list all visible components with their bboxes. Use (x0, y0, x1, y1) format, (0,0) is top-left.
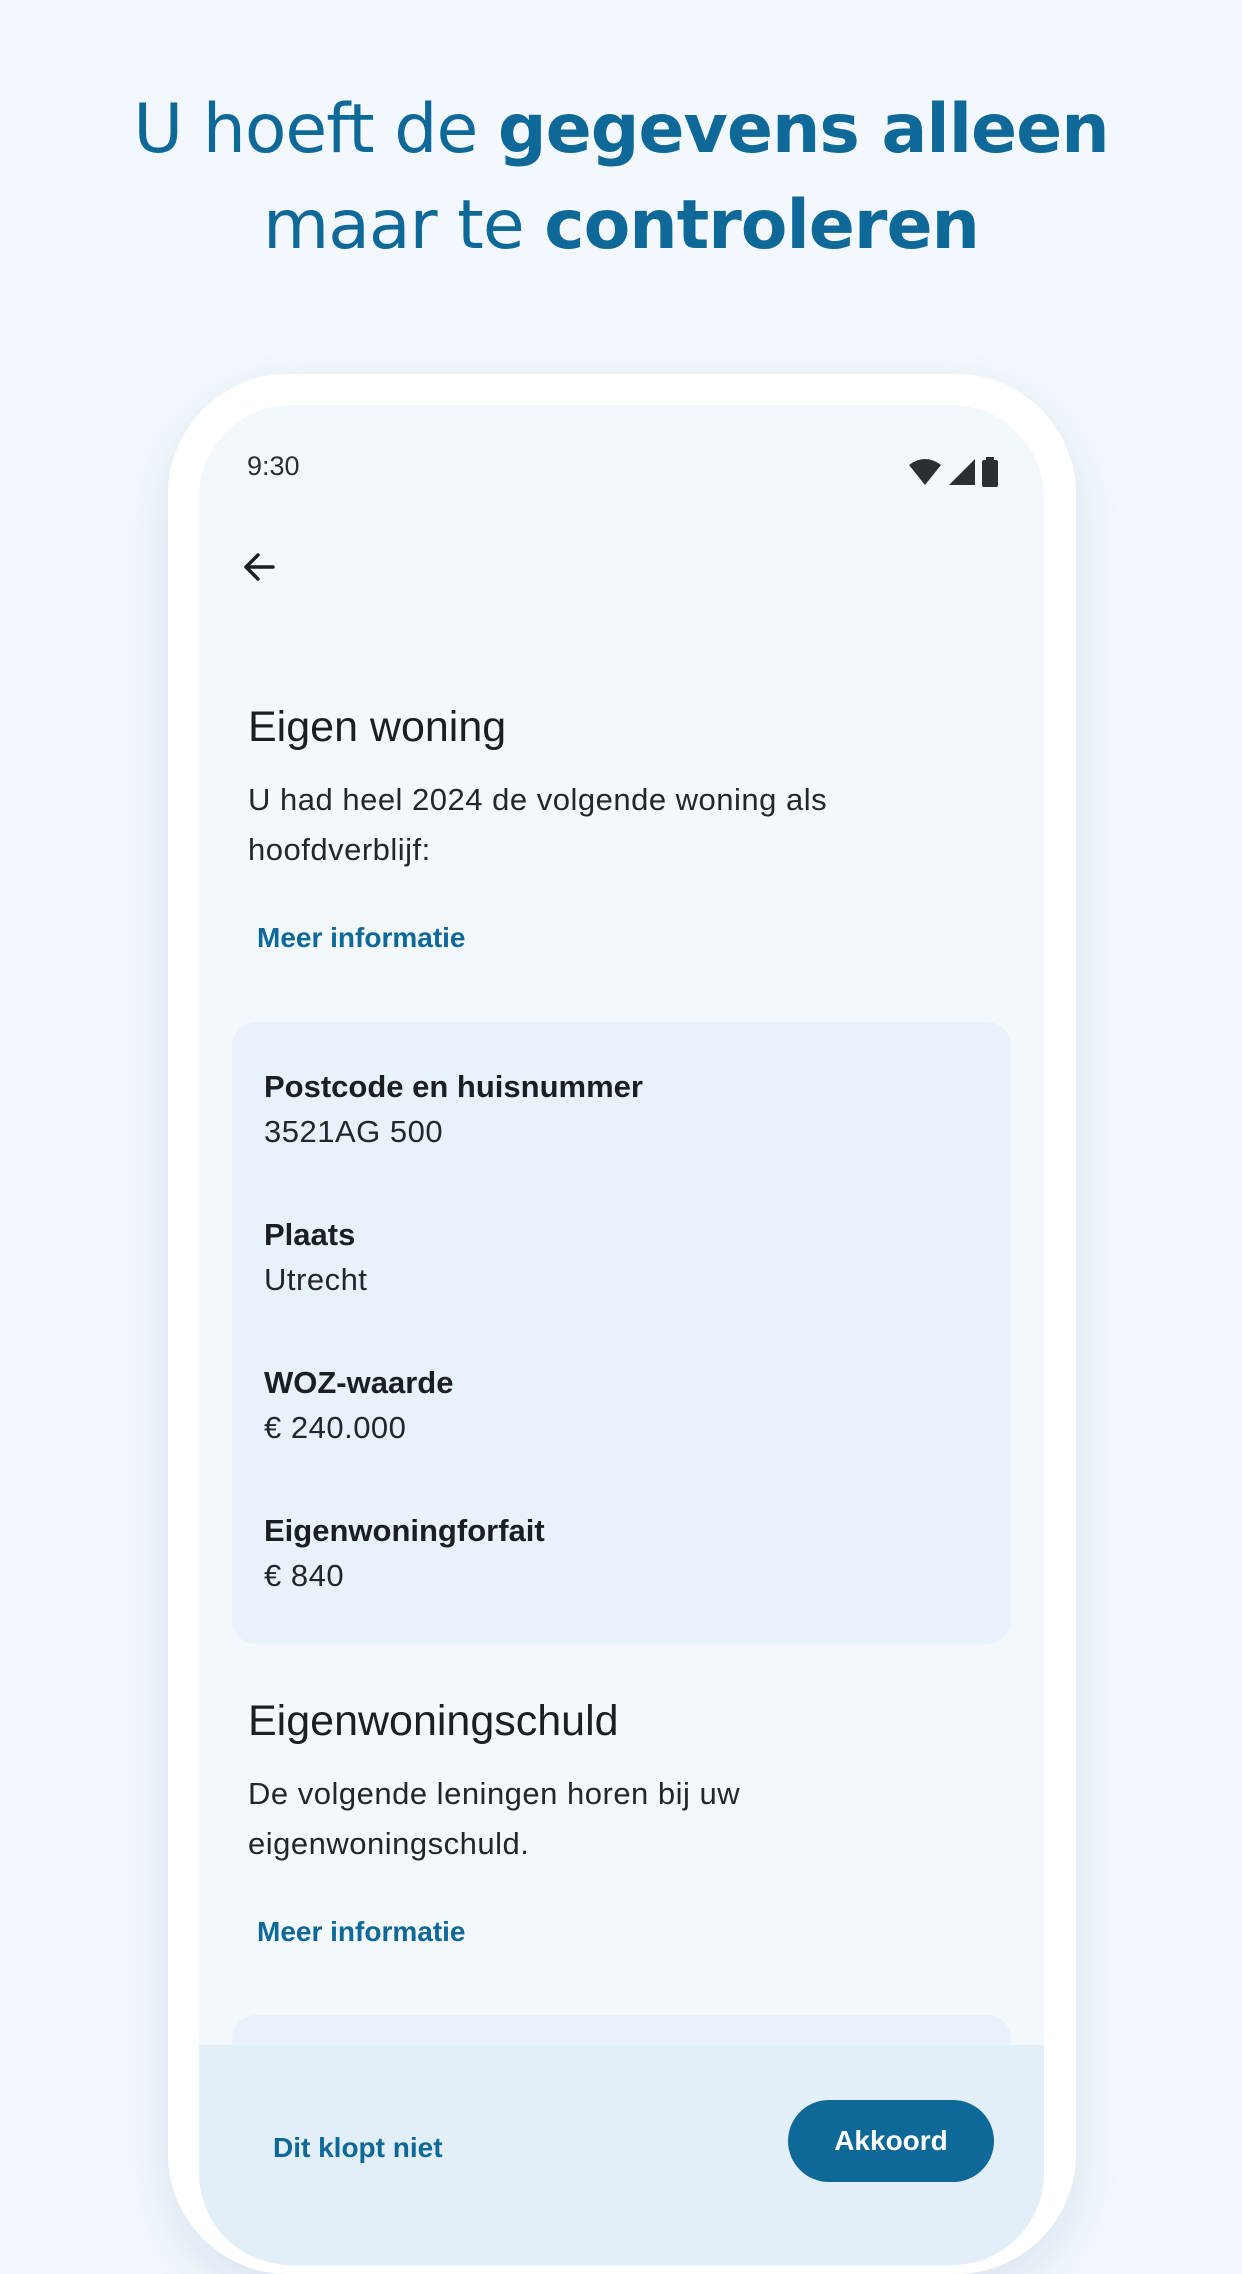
bottom-action-bar: Dit klopt niet Akkoord (199, 2045, 1044, 2265)
headline-line-1: U hoeft de gegevens alleen (133, 90, 1109, 169)
field-value: € 840 (264, 1558, 345, 1593)
field-eigenwoningforfait: Eigenwoningforfait € 840 (264, 1512, 545, 1602)
eigen-woning-more-info-link[interactable]: Meer informatie (257, 922, 466, 954)
field-value: Utrecht (264, 1262, 368, 1297)
arrow-left-icon (244, 553, 275, 581)
signal-icon (949, 459, 975, 485)
field-woz-waarde: WOZ-waarde € 240.000 (264, 1364, 453, 1454)
eigenwoningschuld-more-info-link[interactable]: Meer informatie (257, 1916, 466, 1948)
field-label: Eigenwoningforfait (264, 1513, 545, 1548)
status-time: 9:30 (247, 451, 300, 481)
marketing-headline: U hoeft de gegevens alleen maar te contr… (0, 82, 1242, 274)
field-postcode: Postcode en huisnummer 3521AG 500 (264, 1068, 643, 1158)
field-value: 3521AG 500 (264, 1114, 444, 1149)
battery-icon (982, 457, 998, 487)
status-icons (908, 457, 998, 487)
woning-details-card: Postcode en huisnummer 3521AG 500 Plaats… (232, 1022, 1011, 1644)
field-label: Postcode en huisnummer (264, 1069, 643, 1104)
field-label: WOZ-waarde (264, 1365, 454, 1400)
field-value: € 240.000 (264, 1410, 407, 1445)
wifi-icon (909, 459, 941, 485)
eigen-woning-description: U had heel 2024 de volgende woning als h… (248, 782, 828, 867)
phone-screen: 9:30 Eigen woning U had heel 2024 de vol… (199, 405, 1044, 2265)
eigen-woning-title: Eigen woning (248, 703, 507, 751)
akkoord-button[interactable]: Akkoord (788, 2100, 994, 2182)
field-plaats: Plaats Utrecht (264, 1216, 367, 1306)
dit-klopt-niet-button[interactable]: Dit klopt niet (273, 2132, 443, 2164)
back-button[interactable] (235, 543, 283, 591)
eigenwoningschuld-description: De volgende leningen horen bij uw eigenw… (248, 1776, 741, 1861)
field-label: Plaats (264, 1217, 356, 1252)
headline-line-2: maar te controleren (263, 186, 980, 265)
eigenwoningschuld-title: Eigenwoningschuld (248, 1697, 619, 1745)
